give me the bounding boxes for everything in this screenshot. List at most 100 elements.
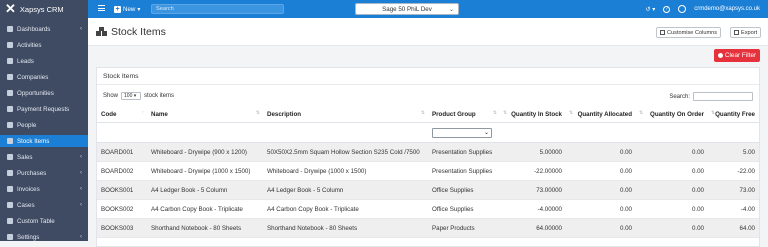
table-cell: 0.00	[636, 161, 708, 181]
table-cell: 0.00	[566, 142, 636, 162]
table-cell: Shorthand Notebook - 80 Sheets	[263, 218, 428, 238]
sidebar-item-dashboards[interactable]: Dashboards ‹	[0, 23, 88, 35]
table-cell: 0.00	[636, 142, 708, 162]
product-group-filter-select[interactable]: ⌄	[432, 127, 492, 138]
column-header-quantity-allocated[interactable]: Quantity Allocated ⇅	[566, 106, 636, 123]
chevron-down-icon: ⌄	[448, 7, 454, 13]
table-cell: BOOKS001	[97, 180, 147, 200]
sidebar-item-purchases[interactable]: Purchases ‹	[0, 167, 88, 179]
sidebar-item-label: Settings	[17, 233, 40, 241]
entries-label: stock items	[144, 93, 175, 99]
sidebar-item-label: Opportunities	[17, 89, 54, 97]
table-row[interactable]: BOARD002 Whiteboard - Drywipe (1000 x 150…	[97, 161, 759, 181]
brand-name: Xapsys CRM	[19, 4, 64, 14]
table-cell: 5.00	[708, 142, 759, 162]
column-header-quantity-free[interactable]: Quantity Free ⇅	[708, 106, 759, 123]
brand[interactable]: ✕ Xapsys CRM	[0, 0, 88, 18]
search-input[interactable]	[152, 5, 283, 13]
sidebar-item-companies[interactable]: Companies	[0, 71, 88, 83]
page-title: Stock Items	[96, 26, 166, 38]
sidebar-item-leads[interactable]: Leads	[0, 55, 88, 67]
user-email[interactable]: crmdemo@xapsys.co.uk	[694, 6, 760, 12]
plus-icon: +	[114, 5, 121, 13]
history-icon[interactable]: ↺ ▾	[646, 6, 656, 13]
column-header-quantity-on-order[interactable]: Quantity On Order ⇅	[636, 106, 708, 123]
filter-row: ⌄	[97, 122, 759, 143]
gear-icon	[7, 234, 13, 240]
column-header-quantity-in-stock[interactable]: Quantity In Stock ⇅	[500, 106, 566, 123]
chevron-left-icon: ‹	[80, 202, 82, 208]
sort-asc-icon: ↑	[141, 110, 145, 116]
table-row[interactable]: BOARD001 Whiteboard - Drywipe (900 x 1200…	[97, 142, 759, 162]
columns-icon	[660, 30, 665, 35]
sidebar-item-custom-table[interactable]: Custom Table	[0, 215, 88, 227]
sort-icon: ⇅	[420, 110, 425, 116]
table-cell: 0.00	[636, 218, 708, 238]
column-header-product-group[interactable]: Product Group ⇅	[428, 106, 500, 123]
building-icon	[7, 74, 13, 80]
sidebar-item-people[interactable]: People	[0, 119, 88, 131]
table-cell: 0.00	[566, 218, 636, 238]
table-cell: -4.00000	[500, 199, 566, 219]
sidebar-item-settings[interactable]: Settings ‹	[0, 231, 88, 243]
sidebar-item-sales[interactable]: Sales ‹	[0, 151, 88, 163]
user-avatar-icon[interactable]	[678, 5, 687, 13]
page-length-control: Show 100 ▾ stock items	[103, 92, 174, 100]
sidebar-item-payment-requests[interactable]: Payment Requests	[0, 103, 88, 115]
sidebar-item-stock-items[interactable]: Stock Items	[0, 135, 88, 147]
column-header-label: Name	[151, 110, 168, 118]
calendar-icon	[7, 42, 13, 48]
panel-title: Stock Items	[97, 68, 759, 85]
sidebar-item-cases[interactable]: Cases ‹	[0, 199, 88, 211]
sidebar-item-invoices[interactable]: Invoices ‹	[0, 183, 88, 195]
table-cell: 0.00	[566, 180, 636, 200]
export-button[interactable]: Export	[730, 27, 762, 38]
table-row[interactable]: BOOKS003 Shorthand Notebook - 80 Sheets Sh…	[97, 218, 759, 238]
chevron-down-icon: ⌄	[483, 129, 489, 136]
sidebar-item-opportunities[interactable]: Opportunities	[0, 87, 88, 99]
table-cell: 0.00	[566, 199, 636, 219]
database-select[interactable]: Sage 50 PhiL Dev ⌄	[355, 3, 459, 15]
table-cell: Whiteboard - Drywipe (1000 x 1500)	[263, 161, 428, 181]
table-cell: 0.00	[566, 161, 636, 181]
clear-filter-icon	[717, 53, 723, 58]
menu-toggle-icon[interactable]	[98, 5, 105, 12]
table-search: Search:	[669, 92, 753, 101]
table-cell: Whiteboard - Drywipe (1000 x 1500)	[147, 161, 263, 181]
topbar: + New ▾ Sage 50 PhiL Dev ⌄ ↺ ▾ ? crmdemo…	[88, 0, 768, 18]
table-row[interactable]: BOOKS001 A4 Ledger Book - 5 Column A4 Ledg…	[97, 180, 759, 200]
briefcase-icon	[7, 202, 13, 208]
global-search[interactable]	[151, 4, 284, 14]
table-cell: Presentation Supplies	[428, 161, 500, 181]
sidebar-item-label: Invoices	[17, 185, 40, 193]
topbar-right: ↺ ▾ ? crmdemo@xapsys.co.uk	[646, 4, 760, 14]
table-cell: BOARD001	[97, 142, 147, 162]
table-search-label: Search:	[669, 93, 690, 100]
table-cell: 64.00	[708, 218, 759, 238]
column-header-description[interactable]: Description ⇅	[263, 106, 428, 123]
sidebar-item-activities[interactable]: Activities	[0, 39, 88, 51]
credit-card-icon	[7, 106, 13, 112]
table-row[interactable]: BOOKS002 A4 Carbon Copy Book - Triplicate…	[97, 199, 759, 219]
table-cell: 73.00000	[500, 180, 566, 200]
column-header-code[interactable]: Code ↑	[97, 106, 147, 123]
table-cell: A4 Carbon Copy Book - Triplicate	[263, 199, 428, 219]
sidebar-item-label: Stock Items	[17, 137, 50, 145]
new-button-label: New	[123, 5, 136, 13]
help-icon[interactable]: ?	[663, 5, 671, 13]
customise-columns-label: Customise Columns	[667, 29, 718, 36]
customise-columns-button[interactable]: Customise Columns	[656, 27, 722, 38]
column-header-label: Code	[101, 110, 117, 118]
gauge-icon	[7, 26, 13, 32]
sidebar-item-label: Purchases	[17, 169, 47, 177]
new-button[interactable]: + New ▾	[114, 4, 141, 14]
page-size-select[interactable]: 100 ▾	[121, 92, 142, 100]
users-icon	[7, 122, 13, 128]
column-header-name[interactable]: Name ⇅	[147, 106, 263, 123]
show-label: Show	[103, 93, 119, 99]
table-cell: Office Supplies	[428, 180, 500, 200]
table-cell: BOARD002	[97, 161, 147, 181]
clear-filter-button[interactable]: Clear Filter	[714, 49, 760, 62]
stock-items-panel: Stock Items Show 100 ▾ stock items Searc…	[96, 67, 760, 247]
table-search-input[interactable]	[693, 92, 753, 101]
